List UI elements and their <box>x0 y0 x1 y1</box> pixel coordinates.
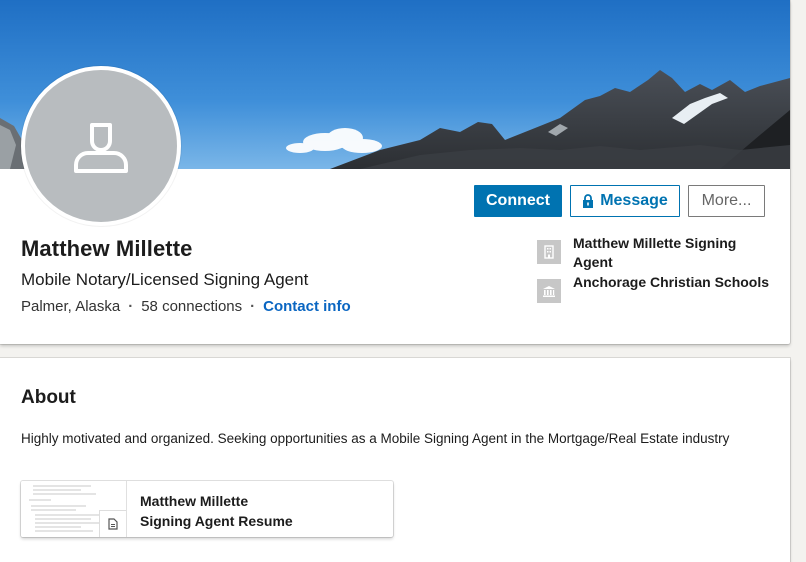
about-summary: Highly motivated and organized. Seeking … <box>21 431 730 446</box>
position-item[interactable]: Matthew Millette Signing Agent <box>537 234 777 272</box>
position-label: Matthew Millette Signing Agent <box>573 235 737 270</box>
separator-dot: · <box>250 298 256 315</box>
media-subtitle: Signing Agent Resume <box>140 513 293 529</box>
profile-connections[interactable]: 58 connections <box>141 298 242 315</box>
contact-info-link[interactable]: Contact info <box>263 298 351 315</box>
profile-page: Connect Message More... Matthew Millette… <box>0 0 806 562</box>
profile-meta: Palmer, Alaska · 58 connections · Contac… <box>21 298 351 315</box>
resume-media-attachment[interactable]: Matthew Millette Signing Agent Resume <box>21 481 393 537</box>
message-button-label: Message <box>600 192 668 209</box>
about-section: About Highly motivated and organized. Se… <box>0 358 790 562</box>
school-icon <box>537 279 561 303</box>
document-icon <box>99 510 126 537</box>
profile-avatar[interactable] <box>21 66 181 226</box>
more-button[interactable]: More... <box>688 185 765 217</box>
building-icon <box>537 240 561 264</box>
message-button[interactable]: Message <box>570 185 680 217</box>
media-info: Matthew Millette Signing Agent Resume <box>127 481 293 537</box>
profile-top-card: Connect Message More... Matthew Millette… <box>0 0 790 344</box>
lock-icon <box>583 194 594 208</box>
profile-headline: Mobile Notary/Licensed Signing Agent <box>21 270 309 289</box>
profile-actions: Connect Message More... <box>474 185 765 217</box>
connect-button[interactable]: Connect <box>474 185 562 217</box>
profile-positions: Matthew Millette Signing Agent Anchorage… <box>537 234 777 304</box>
profile-location: Palmer, Alaska <box>21 298 121 315</box>
person-placeholder-icon <box>74 123 128 173</box>
education-label: Anchorage Christian Schools <box>573 274 770 290</box>
profile-name: Matthew Millette <box>21 236 193 261</box>
about-heading: About <box>21 387 76 408</box>
media-title: Matthew Millette <box>140 493 249 509</box>
document-thumbnail <box>21 481 127 537</box>
separator-dot: · <box>128 298 134 315</box>
education-item[interactable]: Anchorage Christian Schools <box>537 273 777 303</box>
